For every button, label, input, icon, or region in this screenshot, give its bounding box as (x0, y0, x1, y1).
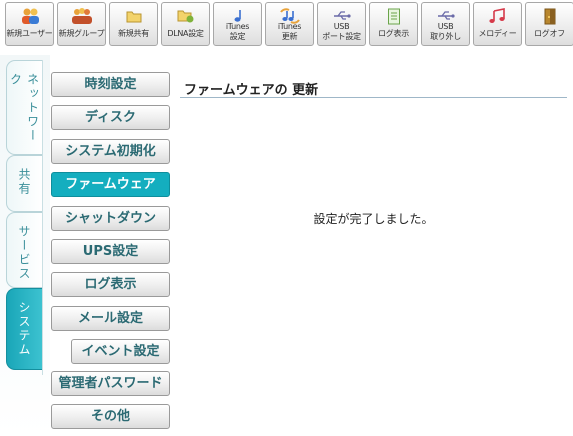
toolbar-label: 新規共有 (118, 29, 149, 38)
menu-item-other[interactable]: その他 (51, 404, 170, 429)
title-divider (180, 97, 567, 98)
status-message: 設定が完了しました。 (313, 212, 434, 226)
menu-item-log-view[interactable]: ログ表示 (51, 272, 170, 297)
tab-label: 共有 (17, 168, 31, 196)
tab-divider (42, 60, 43, 375)
tab-network[interactable]: ネットワーク (6, 60, 42, 155)
toolbar-itunes-settings-button[interactable]: iTunes 設定 (213, 2, 262, 46)
toolbar-label: 新規グループ (58, 29, 105, 38)
toolbar-label: メロディー (478, 29, 517, 38)
toolbar-itunes-update-button[interactable]: iTunes 更新 (265, 2, 314, 46)
toolbar-label: DLNA設定 (167, 29, 204, 38)
toolbar: 新規ユーザー 新規グループ 新規共有 DLNA設定 iTunes 設定 iTun… (0, 0, 573, 50)
toolbar-label: USB 取り外し (430, 22, 461, 41)
toolbar-label: 新規ユーザー (6, 29, 53, 38)
menu-item-event-settings[interactable]: イベント設定 (71, 339, 170, 364)
menu-item-system-init[interactable]: システム初期化 (51, 139, 170, 164)
menu-item-firmware[interactable]: ファームウェア (51, 172, 170, 197)
toolbar-dlna-settings-button[interactable]: DLNA設定 (161, 2, 210, 46)
dlna-icon (162, 7, 209, 25)
menu-item-ups-settings[interactable]: UPS設定 (51, 239, 170, 264)
toolbar-new-user-button[interactable]: 新規ユーザー (5, 2, 54, 46)
toolbar-label: USB ポート設定 (322, 22, 361, 41)
toolbar-usb-remove-button[interactable]: USB 取り外し (421, 2, 470, 46)
toolbar-log-view-button[interactable]: ログ表示 (369, 2, 418, 46)
toolbar-new-group-button[interactable]: 新規グループ (57, 2, 106, 46)
tab-label: システム (17, 301, 31, 357)
door-exit-icon (526, 7, 573, 25)
users-icon (6, 7, 53, 25)
folder-icon (110, 7, 157, 25)
tab-services[interactable]: サービス (6, 212, 42, 288)
menu-item-disk[interactable]: ディスク (51, 105, 170, 130)
page-title: ファームウェアの 更新 (184, 83, 319, 98)
log-document-icon (370, 7, 417, 25)
toolbar-label: ログ表示 (378, 29, 409, 38)
menu-item-mail-settings[interactable]: メール設定 (51, 306, 170, 331)
tab-sharing[interactable]: 共有 (6, 155, 42, 212)
group-icon (58, 7, 105, 25)
toolbar-label: iTunes 設定 (225, 22, 250, 41)
menu-item-admin-password[interactable]: 管理者パスワード (51, 371, 170, 396)
toolbar-label: ログオフ (534, 29, 565, 38)
toolbar-usb-port-settings-button[interactable]: USB ポート設定 (317, 2, 366, 46)
tab-label: サービス (17, 225, 31, 281)
melody-icon (474, 7, 521, 25)
toolbar-logoff-button[interactable]: ログオフ (525, 2, 573, 46)
toolbar-label: iTunes 更新 (277, 22, 302, 41)
tab-system[interactable]: システム (6, 288, 42, 370)
toolbar-new-share-button[interactable]: 新規共有 (109, 2, 158, 46)
tab-label: ネットワーク (8, 73, 40, 143)
toolbar-melody-button[interactable]: メロディー (473, 2, 522, 46)
menu-item-time-settings[interactable]: 時刻設定 (51, 72, 170, 97)
menu-item-shutdown[interactable]: シャットダウン (51, 206, 170, 231)
